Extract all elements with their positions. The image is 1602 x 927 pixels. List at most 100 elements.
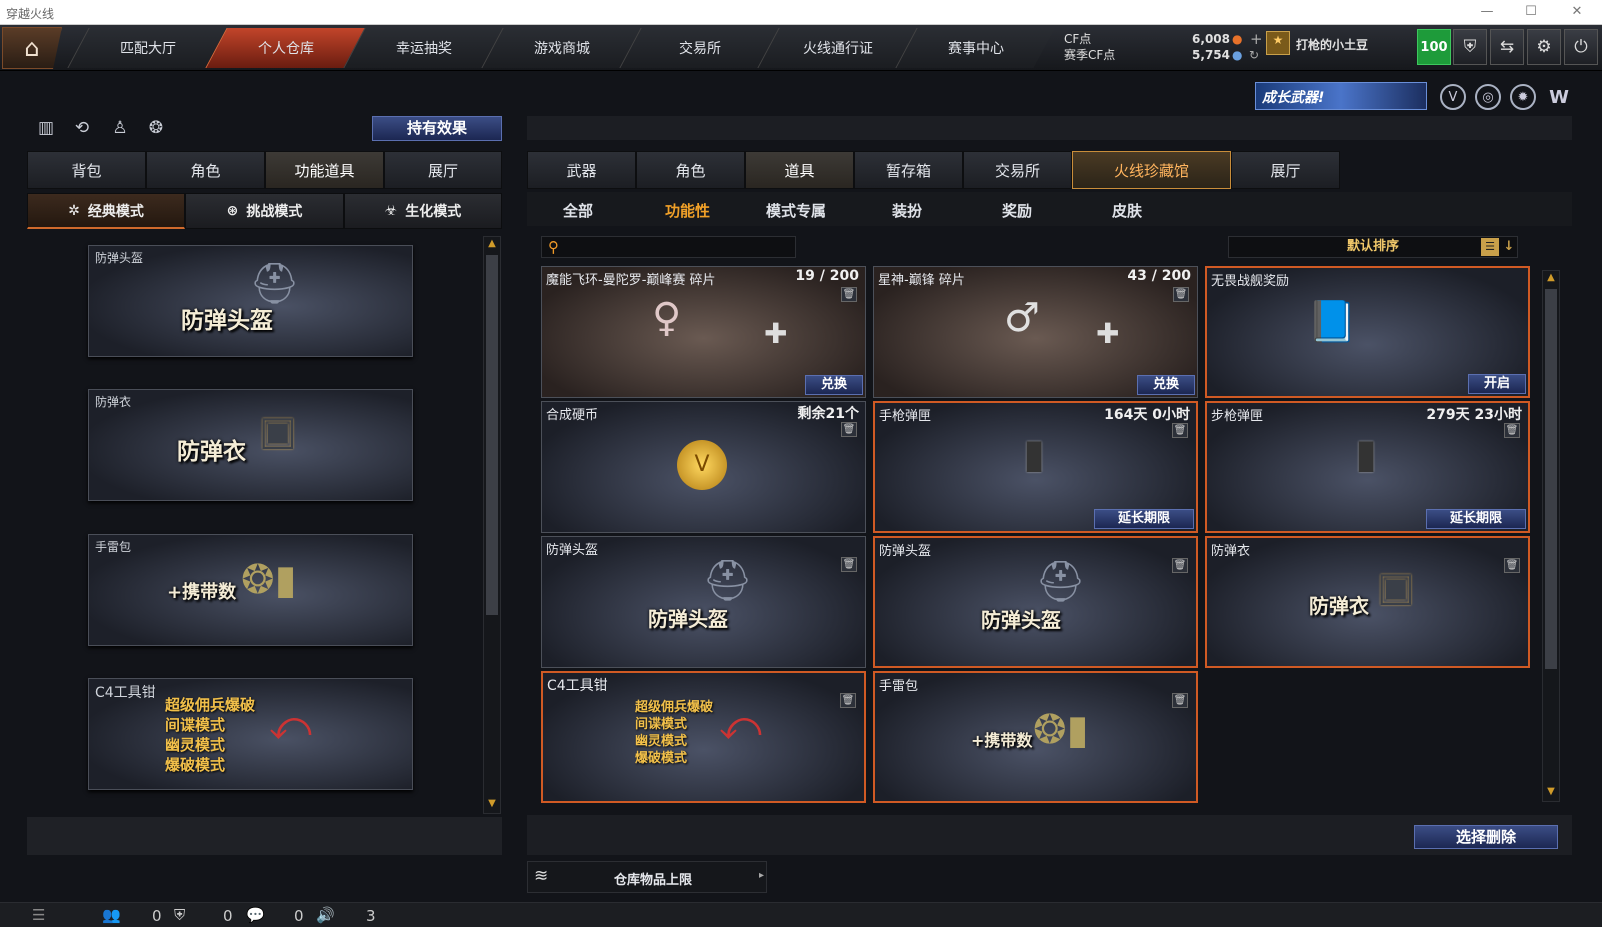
left-scrollbar[interactable]: ▲ ▼ (483, 236, 501, 814)
list-view-icon[interactable]: ☰ (1481, 238, 1499, 256)
globe-icon[interactable]: ◎ (1475, 84, 1501, 110)
scroll-down-arrow[interactable]: ▼ (485, 798, 499, 812)
nav-tab-match-lobby[interactable]: 匹配大厅 (67, 28, 227, 68)
history-icon[interactable]: ⟲ (70, 118, 94, 142)
delete-icon[interactable]: 🗑 (841, 557, 857, 572)
scroll-down-arrow[interactable]: ▼ (1544, 786, 1558, 800)
search-input[interactable] (566, 239, 786, 256)
character-icon[interactable]: ♙ (108, 118, 132, 142)
item-card[interactable]: 合成硬币 剩余21个 🗑 V (541, 401, 866, 533)
refresh-icon[interactable]: ↻ (1249, 47, 1259, 63)
tab-function-items[interactable]: 功能道具 (265, 151, 384, 189)
capacity-bar[interactable]: ≋ 仓库物品上限 ▸ (527, 861, 767, 893)
delete-icon[interactable]: 🗑 (841, 422, 857, 437)
badge-icon[interactable]: ✹ (1510, 84, 1536, 110)
scroll-thumb[interactable] (486, 255, 498, 615)
item-card[interactable]: 步枪弹匣 279天 23小时 🗑 ▮ 延长期限 (1205, 401, 1530, 533)
extend-duration-button[interactable]: 延长期限 (1094, 509, 1194, 529)
user-name[interactable]: 打枪的小土豆 (1296, 37, 1368, 53)
maximize-button[interactable]: ☐ (1516, 2, 1546, 22)
exchange-button[interactable]: 兑换 (805, 375, 863, 395)
delete-icon[interactable]: 🗑 (1172, 693, 1188, 708)
delete-icon[interactable]: 🗑 (1172, 423, 1188, 438)
scroll-thumb[interactable] (1545, 289, 1557, 669)
delete-icon[interactable]: 🗑 (1172, 558, 1188, 573)
extend-duration-button[interactable]: 延长期限 (1426, 509, 1526, 529)
scroll-up-arrow[interactable]: ▲ (485, 238, 499, 252)
nav-tab-events[interactable]: 赛事中心 (895, 28, 1055, 68)
tab-exchange[interactable]: 交易所 (963, 151, 1072, 189)
equipped-slot-c4-tool[interactable]: C4工具钳 超级佣兵爆破 间谍模式 幽灵模式 爆破模式 ⤺ (88, 678, 413, 790)
item-card[interactable]: 手枪弹匣 164天 0小时 🗑 ▮ 延长期限 (873, 401, 1198, 533)
growth-weapon-banner[interactable]: 成长武器! (1255, 82, 1427, 110)
close-button[interactable]: ✕ (1562, 2, 1592, 22)
recharge-button[interactable]: + (1250, 31, 1263, 47)
nav-tab-lucky-draw[interactable]: 幸运抽奖 (343, 28, 503, 68)
select-delete-button[interactable]: 选择删除 (1414, 825, 1558, 849)
power-icon[interactable]: ⏻ (1564, 29, 1598, 65)
delete-icon[interactable]: 🗑 (1504, 558, 1520, 573)
item-card[interactable]: C4工具钳 🗑 超级佣兵爆破 间谍模式 幽灵模式 爆破模式 ⤺ (541, 671, 866, 803)
equipped-slot-vest[interactable]: 防弹衣 ▣ 防弹衣 (88, 389, 413, 501)
item-card[interactable]: 防弹头盔 🗑 ⛑ 防弹头盔 (873, 536, 1198, 668)
open-button[interactable]: 开启 (1468, 374, 1526, 394)
equipped-slot-helmet[interactable]: 防弹头盔 ⛑ 防弹头盔 (88, 245, 413, 357)
subtab-rewards[interactable]: 奖励 (1002, 200, 1032, 221)
subtab-functional[interactable]: 功能性 (665, 200, 710, 221)
search-box[interactable]: ⚲ (541, 236, 796, 258)
delete-icon[interactable]: 🗑 (841, 287, 857, 302)
right-scrollbar[interactable]: ▲ ▼ (1542, 270, 1560, 802)
tab-items[interactable]: 道具 (745, 151, 854, 189)
exchange-button[interactable]: 兑换 (1137, 375, 1195, 395)
nav-tab-battle-pass[interactable]: 火线通行证 (757, 28, 917, 68)
shield-icon[interactable]: ⛨ (1453, 29, 1487, 65)
home-button[interactable]: ⌂ (2, 27, 62, 69)
subtab-skins[interactable]: 皮肤 (1112, 200, 1142, 221)
delete-icon[interactable]: 🗑 (1504, 423, 1520, 438)
subtab-all[interactable]: 全部 (563, 200, 593, 221)
tab-storage[interactable]: 暂存箱 (854, 151, 963, 189)
friends-icon[interactable]: 👥 (102, 906, 121, 924)
settings-gear-icon[interactable]: ⚙ (1527, 29, 1561, 65)
grenade-icon[interactable]: ❂ (144, 118, 168, 142)
mode-challenge-button[interactable]: ⊛ 挑战模式 (185, 193, 344, 229)
emblem-icon[interactable]: V (1440, 84, 1466, 110)
item-card[interactable]: 手雷包 🗑 ❂▮ +携带数 (873, 671, 1198, 803)
nav-tab-personal-warehouse[interactable]: 个人仓库 (205, 28, 365, 68)
holding-effects-button[interactable]: 持有效果 (372, 116, 502, 141)
item-card[interactable]: 防弹衣 🗑 ▣ 防弹衣 (1205, 536, 1530, 668)
sort-dropdown[interactable]: 默认排序 ☰ ↓ (1228, 236, 1518, 258)
subtab-costume[interactable]: 装扮 (892, 200, 922, 221)
tab-characters[interactable]: 角色 (636, 151, 745, 189)
delete-icon[interactable]: 🗑 (1173, 287, 1189, 302)
expand-arrow-icon[interactable]: ▸ (759, 870, 764, 881)
mode-classic-button[interactable]: ✲ 经典模式 (27, 193, 185, 229)
item-card[interactable]: 魔能飞环-曼陀罗-巅峰赛 碎片 19 / 200 🗑 ♀ ✚ 兑换 (541, 266, 866, 398)
w-logo-icon[interactable]: W (1546, 84, 1572, 110)
nav-tab-game-mall[interactable]: 游戏商城 (481, 28, 641, 68)
mode-zombie-button[interactable]: ☣ 生化模式 (344, 193, 502, 229)
ranking-icon[interactable]: ▥ (34, 118, 58, 142)
tab-showroom[interactable]: 展厅 (1231, 151, 1340, 189)
tab-backpack[interactable]: 背包 (27, 151, 146, 189)
item-card[interactable]: 星神-巅锋 碎片 43 / 200 🗑 ♂ ✚ 兑换 (873, 266, 1198, 398)
scroll-up-arrow[interactable]: ▲ (1544, 272, 1558, 286)
item-card[interactable]: 无畏战舰奖励 📘 开启 (1205, 266, 1530, 398)
equipped-slot-grenade-pack[interactable]: 手雷包 ❂▮ +携带数 (88, 534, 413, 646)
tab-weapons[interactable]: 武器 (527, 151, 636, 189)
speaker-icon[interactable]: 🔊 (316, 906, 335, 924)
item-card[interactable]: 防弹头盔 🗑 ⛑ 防弹头盔 (541, 536, 866, 668)
tab-collection[interactable]: 火线珍藏馆 (1072, 151, 1231, 189)
subtab-mode-exclusive[interactable]: 模式专属 (766, 200, 826, 221)
tab-hall[interactable]: 展厅 (384, 151, 502, 189)
chat-bubble-icon[interactable]: 💬 (246, 906, 265, 924)
menu-list-icon[interactable]: ☰ (32, 906, 45, 924)
minimize-button[interactable]: — (1472, 2, 1502, 22)
nav-tab-exchange[interactable]: 交易所 (619, 28, 779, 68)
right-tab-bar: 武器 角色 道具 暂存箱 交易所 火线珍藏馆 展厅 (527, 151, 1340, 189)
delete-icon[interactable]: 🗑 (840, 693, 856, 708)
sort-direction-icon[interactable]: ↓ (1501, 238, 1517, 256)
clan-shield-icon[interactable]: ⛨ (174, 906, 185, 924)
switch-icon[interactable]: ⇆ (1490, 29, 1524, 65)
tab-character[interactable]: 角色 (146, 151, 265, 189)
